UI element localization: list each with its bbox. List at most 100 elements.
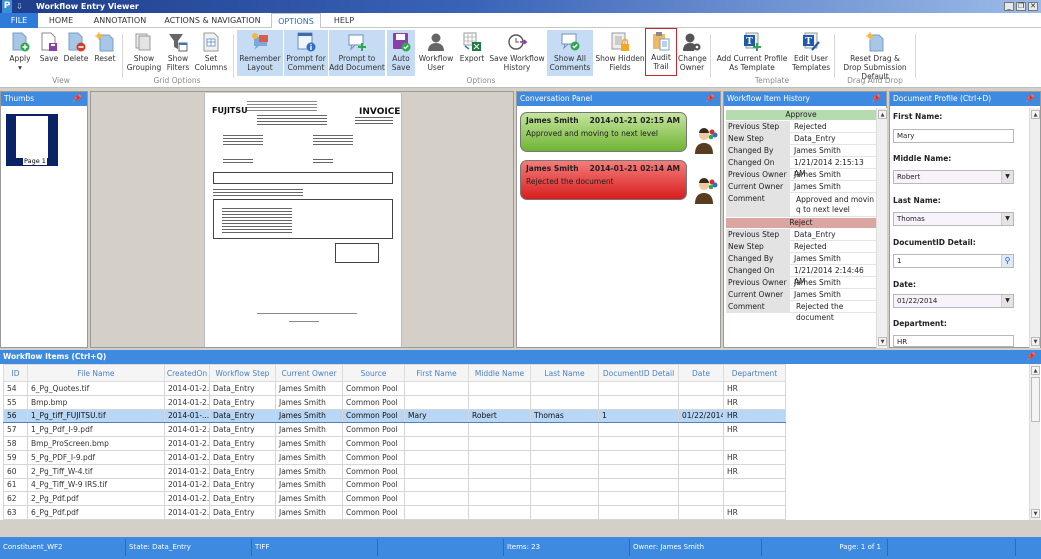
prompt-for-comment-button[interactable]: Prompt for Comment	[284, 30, 328, 76]
conversation-panel-header: Conversation Panel 📌	[517, 92, 720, 106]
table-cell: Data_Entry	[209, 449, 276, 465]
scroll-up-icon[interactable]: ▲	[878, 110, 887, 119]
table-cell	[530, 449, 599, 465]
table-row[interactable]: 56 1_Pg_tiff_FUJITSU.tif 2014-01-... Data_E…	[3, 408, 786, 424]
table-cell	[468, 449, 531, 465]
scroll-up-icon[interactable]: ▲	[1031, 366, 1040, 375]
status-cell: Page: 1 of 1	[762, 539, 888, 556]
save-workflow-history-button[interactable]: Save Workflow History	[489, 30, 545, 76]
show-filters-button[interactable]: Show Filters	[164, 30, 192, 76]
minimize-button[interactable]: _	[1004, 2, 1014, 11]
grouping-icon	[135, 33, 151, 51]
history-key: Previous Step	[726, 121, 790, 132]
tab-annotation[interactable]: ANNOTATION	[86, 13, 154, 28]
table-row[interactable]: 54 6_Pg_Quotes.tif 2014-01-2... Data_Entry J…	[3, 381, 786, 396]
group-options-label: Options	[466, 76, 496, 85]
page-thumbnail[interactable]: Page 1	[6, 114, 58, 166]
tab-home[interactable]: HOME	[40, 13, 82, 28]
close-button[interactable]: ✕	[1028, 2, 1038, 11]
set-columns-button[interactable]: Set Columns	[194, 30, 228, 76]
table-row[interactable]: 62 2_Pg_Pdf.pdf 2014-01-2... Data_Entry Jame…	[3, 491, 786, 507]
tab-file[interactable]: FILE	[0, 13, 38, 28]
change-owner-button[interactable]: Change Owner	[678, 30, 707, 76]
auto-save-button[interactable]: Auto Save	[387, 30, 415, 76]
audit-trail-button[interactable]: Audit Trail	[645, 28, 677, 76]
column-header[interactable]: ID	[3, 364, 28, 382]
workflow-user-button[interactable]: Workflow User	[417, 30, 455, 76]
show-hidden-fields-button[interactable]: Show Hidden Fields	[595, 30, 645, 76]
table-row[interactable]: 58 Bmp_ProScreen.bmp 2014-01-2... Data_Entr…	[3, 436, 786, 451]
pin-icon[interactable]: 📌	[1025, 92, 1035, 106]
button-label-line: Show	[133, 54, 155, 63]
column-header[interactable]: Source	[342, 364, 405, 382]
delete-button[interactable]: Delete	[62, 30, 90, 76]
history-value: Rejected the document	[796, 302, 844, 322]
table-cell: 61	[3, 477, 28, 493]
history-value: James Smith	[794, 170, 841, 179]
column-header[interactable]: First Name	[404, 364, 469, 382]
first-name-field[interactable]: Mary	[893, 129, 1014, 143]
show-grouping-button[interactable]: Show Grouping	[126, 30, 162, 76]
table-row[interactable]: 61 4_Pg_Tiff_W-9 IRS.tif 2014-01-2... Data_…	[3, 477, 786, 493]
pin-icon[interactable]: 📌	[72, 92, 82, 106]
search-icon[interactable]: ⚲	[1001, 255, 1013, 267]
pin-icon[interactable]: 📌	[1026, 350, 1036, 364]
tab-help[interactable]: HELP	[326, 13, 362, 28]
column-header[interactable]: Middle Name	[468, 364, 531, 382]
tab-actions-navigation[interactable]: ACTIONS & NAVIGATION	[160, 13, 265, 28]
reset-button[interactable]: Reset	[92, 30, 118, 76]
column-header[interactable]: CreatedOn	[164, 364, 210, 382]
reset-drag-drop-submission-default-button[interactable]: Reset Drag & Drop Submission Default	[838, 30, 912, 81]
scroll-up-icon[interactable]: ▲	[1031, 110, 1040, 119]
table-row[interactable]: 60 2_Pg_Tiff_W-4.tif 2014-01-2... Data_Entr…	[3, 463, 786, 479]
show-all-comments-button[interactable]: Show All Comments	[547, 30, 593, 76]
last-name-dropdown[interactable]: Thomas ▼	[893, 212, 1014, 226]
grid-scrollbar[interactable]: ▲ ▼	[1029, 364, 1040, 520]
scroll-down-icon[interactable]: ▼	[1031, 509, 1040, 518]
column-header[interactable]: DocumentID Detail	[598, 364, 679, 382]
profile-scrollbar[interactable]: ▲ ▼	[1029, 108, 1040, 348]
scroll-down-icon[interactable]: ▼	[878, 337, 887, 346]
prompt-to-add-document-button[interactable]: Prompt to Add Document	[329, 30, 385, 76]
column-header[interactable]: Department	[723, 364, 786, 382]
restore-button[interactable]: ❐	[1016, 2, 1026, 11]
column-header[interactable]: Date	[678, 364, 724, 382]
column-header[interactable]: Workflow Step	[209, 364, 276, 382]
button-label-line: Prompt to	[338, 54, 376, 63]
table-row[interactable]: 57 1_Pg_Pdf_I-9.pdf 2014-01-2... Data_Entry…	[3, 422, 786, 438]
pin-icon[interactable]: 📌	[705, 92, 715, 106]
column-header[interactable]: File Name	[27, 364, 165, 382]
history-scrollbar[interactable]: ▲ ▼	[876, 108, 887, 348]
middle-name-dropdown[interactable]: Robert ▼	[893, 170, 1014, 184]
scroll-thumb[interactable]	[1031, 377, 1040, 422]
add-current-profile-as-template-button[interactable]: T Add Current Profile As Template	[714, 30, 790, 76]
column-header[interactable]: Current Owner	[275, 364, 343, 382]
button-label-line: Layout	[247, 63, 273, 72]
chevron-down-icon[interactable]: ▼	[1001, 295, 1013, 307]
export-button[interactable]: Export	[457, 30, 487, 76]
filter-funnel-icon	[169, 34, 188, 52]
chevron-down-icon[interactable]: ▼	[1001, 171, 1013, 183]
table-row[interactable]: 55 Bmp.bmp 2014-01-2... Data_Entry James Smi…	[3, 394, 786, 410]
remember-layout-button[interactable]: Remember Layout	[237, 30, 283, 76]
edit-user-templates-button[interactable]: T Edit User Templates	[792, 30, 830, 76]
table-row[interactable]: 63 6_Pg_Pdf.pdf 2014-01-2... Data_Entry Jame…	[3, 505, 786, 520]
table-row[interactable]: 59 5_Pg_PDF_I-9.pdf 2014-01-2... Data_Entry…	[3, 449, 786, 465]
chevron-down-icon[interactable]: ▼	[1001, 213, 1013, 225]
department-field[interactable]: HR	[893, 335, 1014, 347]
document-page[interactable]: FUJITSU INVOICE	[204, 93, 402, 347]
column-header[interactable]: Last Name	[530, 364, 599, 382]
apply-button[interactable]: Apply ▾	[4, 30, 36, 76]
quick-access-icon[interactable]: ⇩	[16, 0, 23, 13]
table-cell	[404, 477, 469, 493]
table-cell: James Smith	[275, 491, 343, 507]
table-cell	[530, 381, 599, 396]
save-button[interactable]: Save	[38, 30, 60, 76]
documentid-field[interactable]: 1 ⚲	[893, 254, 1014, 268]
thumbs-panel-title: Thumbs	[4, 94, 35, 103]
invoice-shipto	[313, 135, 353, 147]
pin-icon[interactable]: 📌	[871, 92, 881, 106]
date-dropdown[interactable]: 01/22/2014 ▼	[893, 294, 1014, 308]
scroll-down-icon[interactable]: ▼	[1031, 337, 1040, 346]
tab-options[interactable]: OPTIONS	[271, 13, 321, 29]
